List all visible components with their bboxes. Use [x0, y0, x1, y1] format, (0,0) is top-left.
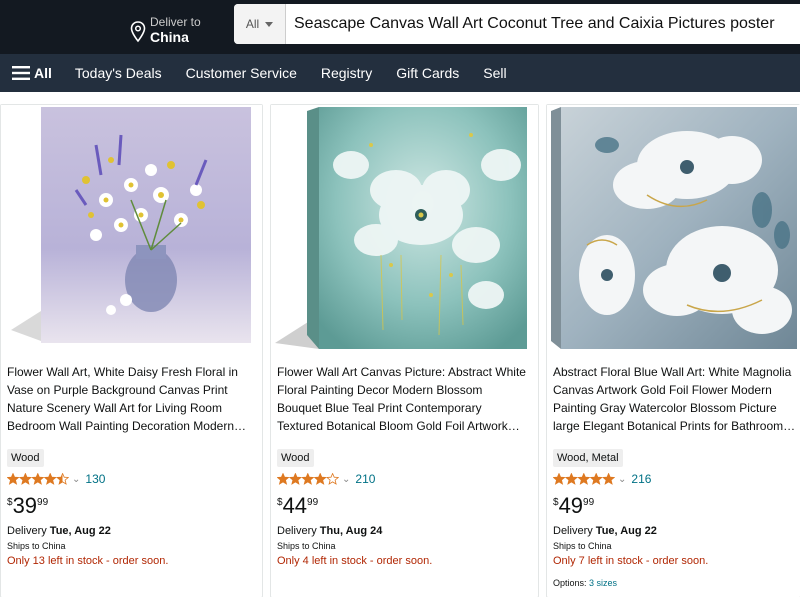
delivery-info: Delivery Tue, Aug 22: [7, 525, 111, 537]
star-icon: [43, 473, 57, 485]
delivery-date: Thu, Aug 24: [319, 525, 383, 537]
material-badge: Wood: [7, 449, 44, 467]
star-icon: [577, 473, 591, 485]
size-options: Options: 3 sizes: [553, 578, 617, 588]
star-icon: [301, 473, 315, 485]
chevron-down-icon: ⌄: [618, 473, 627, 485]
deliver-country: China: [150, 29, 189, 45]
material-badge: Wood, Metal: [553, 449, 623, 467]
product-card: Flower Wall Art Canvas Picture: Abstract…: [270, 104, 539, 597]
search-bar: All: [234, 4, 800, 44]
chevron-down-icon: [265, 21, 274, 27]
delivery-info: Delivery Tue, Aug 22: [553, 525, 657, 537]
star-rating-icon: [7, 473, 69, 485]
deliver-to-location[interactable]: Deliver to China: [130, 8, 201, 46]
delivery-prefix: Delivery: [277, 525, 320, 537]
delivery-date: Tue, Aug 22: [595, 525, 657, 537]
chevron-down-icon: ⌄: [342, 473, 351, 485]
product-image[interactable]: [271, 105, 538, 355]
star-icon: [288, 473, 303, 485]
product-title[interactable]: Flower Wall Art Canvas Picture: Abstract…: [277, 363, 529, 435]
deliver-label: Deliver to: [150, 15, 201, 29]
price-fraction: 99: [307, 497, 319, 508]
product-title[interactable]: Abstract Floral Blue Wall Art: White Mag…: [553, 363, 800, 435]
price-fraction: 99: [583, 497, 595, 508]
star-icon: [313, 473, 327, 485]
rating-count[interactable]: 130: [85, 472, 105, 486]
product-image[interactable]: [1, 105, 262, 355]
star-icon: [55, 473, 69, 485]
options-link[interactable]: 3 sizes: [589, 578, 617, 588]
ships-to: Ships to China: [7, 541, 66, 551]
product-price[interactable]: $ 44 99: [277, 493, 318, 519]
nav-gift-cards[interactable]: Gift Cards: [396, 65, 459, 81]
star-icon: [31, 473, 45, 485]
star-icon: [7, 473, 20, 485]
star-icon: [325, 473, 339, 485]
delivery-info: Delivery Thu, Aug 24: [277, 525, 382, 537]
top-header: Deliver to China All: [0, 0, 800, 54]
price-whole: 44: [282, 493, 308, 518]
stock-status: Only 4 left in stock - order soon.: [277, 555, 433, 567]
hamburger-menu-icon: [12, 66, 30, 80]
star-icon: [553, 473, 566, 485]
delivery-date: Tue, Aug 22: [49, 525, 111, 537]
stock-status: Only 13 left in stock - order soon.: [7, 555, 169, 567]
product-price[interactable]: $ 49 99: [553, 493, 594, 519]
nav-registry[interactable]: Registry: [321, 65, 372, 81]
delivery-prefix: Delivery: [553, 525, 596, 537]
product-image[interactable]: [547, 105, 800, 355]
product-results-grid: Flower Wall Art, White Daisy Fresh Flora…: [0, 92, 800, 597]
star-rating-icon: [553, 473, 615, 485]
product-card: Flower Wall Art, White Daisy Fresh Flora…: [0, 104, 263, 597]
nav-todays-deals[interactable]: Today's Deals: [75, 65, 162, 81]
star-rating-icon: [277, 473, 339, 485]
product-card: Abstract Floral Blue Wall Art: White Mag…: [546, 104, 800, 597]
price-whole: 49: [558, 493, 584, 518]
price-fraction: 99: [37, 497, 49, 508]
search-category-label: All: [245, 17, 260, 31]
nav-bar: All Today's Deals Customer Service Regis…: [0, 54, 800, 92]
product-rating[interactable]: ⌄ 210: [277, 472, 375, 486]
star-icon: [601, 473, 615, 485]
nav-customer-service[interactable]: Customer Service: [186, 65, 297, 81]
product-rating[interactable]: ⌄ 130: [7, 472, 105, 486]
rating-count[interactable]: 210: [355, 472, 375, 486]
star-icon: [564, 473, 579, 485]
options-label: Options:: [553, 578, 590, 588]
price-whole: 39: [12, 493, 38, 518]
search-input[interactable]: [286, 4, 800, 44]
nav-sell[interactable]: Sell: [483, 65, 506, 81]
all-menu-button[interactable]: All: [12, 65, 52, 81]
product-title[interactable]: Flower Wall Art, White Daisy Fresh Flora…: [7, 363, 259, 435]
ships-to: Ships to China: [553, 541, 612, 551]
ships-to: Ships to China: [277, 541, 336, 551]
material-badge: Wood: [277, 449, 314, 467]
all-menu-label: All: [34, 65, 52, 81]
delivery-prefix: Delivery: [7, 525, 50, 537]
rating-count[interactable]: 216: [631, 472, 651, 486]
stock-status: Only 7 left in stock - order soon.: [553, 555, 709, 567]
star-icon: [18, 473, 33, 485]
star-icon: [589, 473, 603, 485]
star-icon: [277, 473, 290, 485]
chevron-down-icon: ⌄: [72, 473, 81, 485]
product-price[interactable]: $ 39 99: [7, 493, 48, 519]
location-pin-icon: [130, 21, 146, 43]
product-rating[interactable]: ⌄ 216: [553, 472, 651, 486]
search-category-dropdown[interactable]: All: [234, 4, 286, 44]
